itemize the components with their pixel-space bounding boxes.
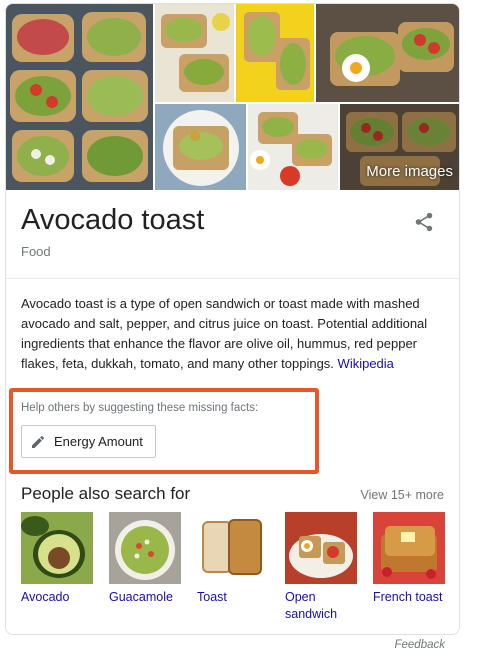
gallery-image-5[interactable] xyxy=(155,104,246,190)
people-also-search-title: People also search for xyxy=(21,484,191,503)
feedback-link[interactable]: Feedback xyxy=(394,639,445,651)
knowledge-panel: More images Avocado toast Food Avocado t… xyxy=(5,3,460,635)
gallery-image-1[interactable] xyxy=(6,4,153,190)
more-images-label[interactable]: More images xyxy=(366,163,453,180)
open-sandwich-thumbnail[interactable] xyxy=(285,512,357,584)
french-toast-thumbnail[interactable] xyxy=(373,512,445,584)
gallery-image-4[interactable] xyxy=(316,4,459,102)
gallery-image-3[interactable] xyxy=(236,4,314,102)
related-item-avocado[interactable]: Avocado xyxy=(21,512,93,606)
related-item-label[interactable]: Guacamole xyxy=(109,589,181,606)
related-item-toast[interactable]: Toast xyxy=(197,512,269,606)
share-icon[interactable] xyxy=(413,211,435,233)
avocado-thumbnail[interactable] xyxy=(21,512,93,584)
related-item-open-sandwich[interactable]: Open sandwich xyxy=(285,512,357,623)
entity-description: Avocado toast is a type of open sandwich… xyxy=(21,294,441,374)
related-item-label[interactable]: Open sandwich xyxy=(285,589,357,623)
guacamole-thumbnail[interactable] xyxy=(109,512,181,584)
gallery-image-more[interactable]: More images xyxy=(340,104,459,190)
energy-amount-label: Energy Amount xyxy=(54,434,143,449)
related-item-french-toast[interactable]: French toast xyxy=(373,512,445,606)
gallery-image-6[interactable] xyxy=(248,104,338,190)
related-item-label[interactable]: Avocado xyxy=(21,589,93,606)
wikipedia-link[interactable]: Wikipedia xyxy=(338,356,394,371)
gallery-image-2[interactable] xyxy=(155,4,234,102)
entity-title: Avocado toast xyxy=(21,204,205,236)
related-item-label[interactable]: French toast xyxy=(373,589,445,606)
toast-thumbnail[interactable] xyxy=(197,512,269,584)
image-gallery[interactable]: More images xyxy=(6,4,459,190)
divider xyxy=(6,278,459,279)
missing-facts-help-text: Help others by suggesting these missing … xyxy=(21,402,259,414)
view-more-link[interactable]: View 15+ more xyxy=(361,488,445,502)
entity-subtitle: Food xyxy=(21,244,51,259)
related-item-guacamole[interactable]: Guacamole xyxy=(109,512,181,606)
energy-amount-button[interactable]: Energy Amount xyxy=(21,425,156,458)
related-item-label[interactable]: Toast xyxy=(197,589,269,606)
pencil-icon xyxy=(32,435,45,448)
